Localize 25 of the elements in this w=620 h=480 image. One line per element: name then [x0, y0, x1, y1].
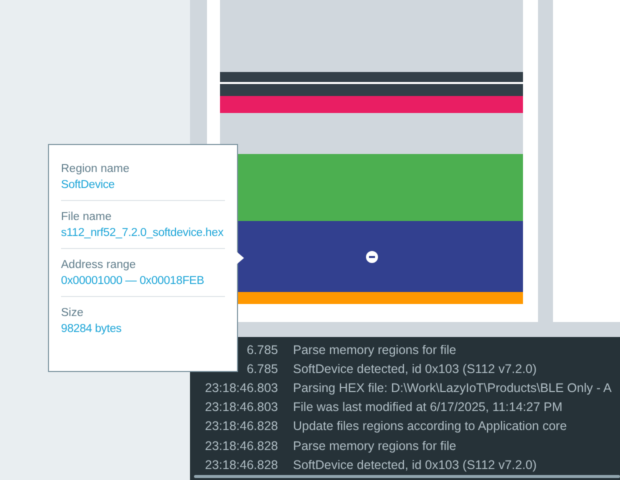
log-timestamp: 23:18:46.803: [204, 400, 279, 414]
minus-icon[interactable]: [366, 250, 378, 262]
log-message: Update files regions according to Application core: [293, 419, 567, 434]
log-message: File was last modified at 6/17/2025, 11:14:27 PM: [293, 400, 562, 414]
log-timestamp: 6.785: [246, 342, 279, 357]
field-value: SoftDevice: [61, 179, 116, 191]
log-message: Parse memory regions for file: [293, 342, 456, 357]
field-label: Address range: [61, 259, 137, 271]
field-label: File name: [61, 211, 112, 223]
field-value: 0x00001000 — 0x00018FEB: [61, 275, 206, 287]
field-value: s112_nrf52_7.2.0_softdevice.hex: [61, 227, 224, 239]
log-timestamp: 23:18:46.828: [204, 419, 279, 434]
memory-region[interactable]: [220, 72, 523, 84]
field-value: 98284 bytes: [61, 323, 122, 335]
field-label: Size: [61, 307, 84, 319]
log-message: Parse memory regions for file: [293, 438, 456, 453]
field-label: Region name: [61, 163, 130, 175]
log-timestamp: 23:18:46.828: [204, 458, 279, 472]
log-timestamp: 6.785: [246, 362, 279, 376]
log-message: Parsing HEX file: D:\Work\LazyIoT\Products\BLE Only - A: [293, 380, 612, 395]
log-timestamp: 23:18:46.828: [204, 438, 279, 453]
log-message: SoftDevice detected, id 0x103 (S112 v7.2.0): [293, 362, 537, 376]
log-message: SoftDevice detected, id 0x103 (S112 v7.2.0): [293, 458, 537, 472]
scrollbar[interactable]: [194, 475, 620, 478]
log-timestamp: 23:18:46.803: [204, 380, 279, 395]
